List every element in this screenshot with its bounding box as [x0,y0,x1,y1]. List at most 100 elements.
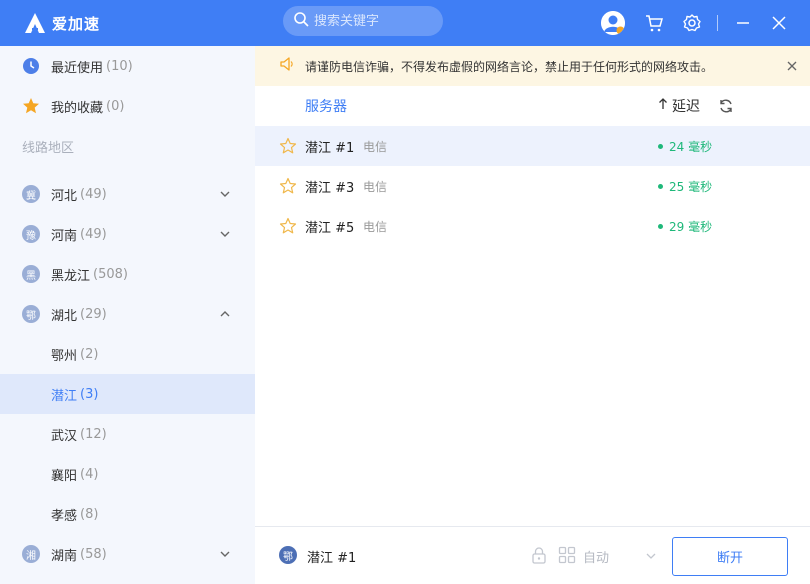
notice-text: 请谨防电信诈骗，不得发布虚假的网络言论，禁止用于任何形式的网络攻击。 [305,59,714,74]
server-ping: 24 毫秒 [658,138,712,155]
connection-bar: 鄂 潜江 #1 自动 断开 [255,526,810,584]
user-avatar[interactable] [601,11,625,35]
chevron-down-icon[interactable] [218,187,232,201]
server-row[interactable]: 潜江 #1 电信 24 毫秒 [255,126,810,166]
close-icon[interactable] [768,12,790,34]
section-title: 线路地区 [22,140,75,156]
title-bar: 爱加速 [0,0,810,46]
server-isp: 电信 [363,139,388,154]
sidebar-item-label: 河南 [51,228,78,244]
sidebar-item-count: (12) [80,426,107,442]
server-panel: 请谨防电信诈骗，不得发布虚假的网络言论，禁止用于任何形式的网络攻击。 服务器 延… [255,46,810,584]
server-isp: 电信 [363,179,388,194]
province-badge: 鄂 [22,305,40,323]
sidebar-item-heilongjiang[interactable]: 黑 黑龙江 (508) [0,254,255,294]
star-icon [22,97,40,115]
lock-icon[interactable] [530,546,548,564]
server-row[interactable]: 潜江 #5 电信 29 毫秒 [255,206,810,246]
province-badge: 湘 [22,545,40,563]
status-dot [658,183,663,189]
server-name: 潜江 #5 [305,220,355,236]
sidebar-item-count: (49) [80,226,107,242]
current-server-name: 潜江 #1 [307,551,357,566]
favorite-star-icon[interactable] [279,177,297,195]
sidebar-item-label: 黑龙江 [51,268,91,284]
chevron-down-icon[interactable] [645,550,657,562]
sidebar-item-count: (3) [80,386,99,402]
sidebar-item-label: 我的收藏 [51,100,104,116]
sidebar-item-count: (0) [106,98,125,114]
refresh-icon[interactable] [718,98,734,114]
sidebar-item-label: 湖南 [51,548,78,564]
sidebar-subitem-ezhou[interactable]: 鄂州 (2) [0,334,255,374]
sidebar-item-label: 孝感 [51,508,78,524]
chevron-down-icon[interactable] [218,227,232,241]
chevron-up-icon[interactable] [218,307,232,321]
title-bar-actions [601,0,810,46]
header-latency: 延迟 [672,99,700,115]
clock-icon [22,57,40,75]
sidebar-subitem-xiangyang[interactable]: 襄阳 (4) [0,454,255,494]
search-icon [293,11,309,31]
sidebar-item-count: (58) [80,546,107,562]
sidebar-item-recent[interactable]: 最近使用 (10) [0,46,255,86]
close-icon[interactable] [784,58,800,74]
ping-value: 24 毫秒 [669,139,713,154]
logo-icon [22,10,48,36]
sidebar-item-count: (49) [80,186,107,202]
mode-select[interactable]: 自动 [583,547,609,566]
server-list-header: 服务器 延迟 [255,86,810,126]
server-ping: 25 毫秒 [658,178,712,195]
sidebar-subitem-qianjiang[interactable]: 潜江 (3) [0,374,255,414]
sidebar-item-count: (2) [80,346,99,362]
chevron-down-icon[interactable] [218,547,232,561]
ping-value: 25 毫秒 [669,179,713,194]
sidebar-item-label: 湖北 [51,308,78,324]
app-logo: 爱加速 [22,10,100,36]
disconnect-button[interactable]: 断开 [672,537,788,576]
speaker-icon [279,56,295,76]
sidebar-subitem-wuhan[interactable]: 武汉 (12) [0,414,255,454]
sidebar-item-hebei[interactable]: 冀 河北 (49) [0,174,255,214]
sidebar-item-count: (8) [80,506,99,522]
sidebar-item-favorites[interactable]: 我的收藏 (0) [0,86,255,126]
province-badge: 冀 [22,185,40,203]
search-input[interactable] [314,13,434,29]
server-isp: 电信 [363,219,388,234]
sidebar-subitem-xiaogan[interactable]: 孝感 (8) [0,494,255,534]
sidebar-item-label: 潜江 [51,388,78,404]
sidebar-item-henan[interactable]: 豫 河南 (49) [0,214,255,254]
sidebar-item-label: 最近使用 [51,60,104,76]
sidebar-item-label: 襄阳 [51,468,78,484]
province-badge: 豫 [22,225,40,243]
sidebar-item-hubei[interactable]: 鄂 湖北 (29) [0,294,255,334]
province-badge: 黑 [22,265,40,283]
status-dot [658,143,663,149]
grid-icon[interactable] [558,546,576,564]
region-sidebar: 最近使用 (10) 我的收藏 (0) 线路地区 冀 河北 (49) 豫 河南 (… [0,46,255,584]
server-row[interactable]: 潜江 #3 电信 25 毫秒 [255,166,810,206]
status-dot [658,223,663,229]
minimize-icon[interactable] [732,12,754,34]
title-bar-divider [717,15,718,31]
arrow-up-icon [658,98,668,114]
sidebar-item-hunan[interactable]: 湘 湖南 (58) [0,534,255,574]
server-name: 潜江 #3 [305,180,355,196]
header-server[interactable]: 服务器 [305,96,347,116]
app-name: 爱加速 [52,14,101,33]
search-box[interactable] [283,6,443,36]
notice-banner: 请谨防电信诈骗，不得发布虚假的网络言论，禁止用于任何形式的网络攻击。 [255,46,810,86]
ping-value: 29 毫秒 [669,219,713,234]
sidebar-item-count: (29) [80,306,107,322]
favorite-star-icon[interactable] [279,137,297,155]
settings-gear-icon[interactable] [681,12,703,34]
sort-latency-button[interactable]: 延迟 [658,96,700,116]
sidebar-section-regions: 线路地区 [0,126,255,166]
sidebar-item-count: (4) [80,466,99,482]
sidebar-item-label: 鄂州 [51,348,78,364]
server-ping: 29 毫秒 [658,218,712,235]
sidebar-item-count: (10) [106,58,133,74]
cart-icon[interactable] [643,12,665,34]
favorite-star-icon[interactable] [279,217,297,235]
